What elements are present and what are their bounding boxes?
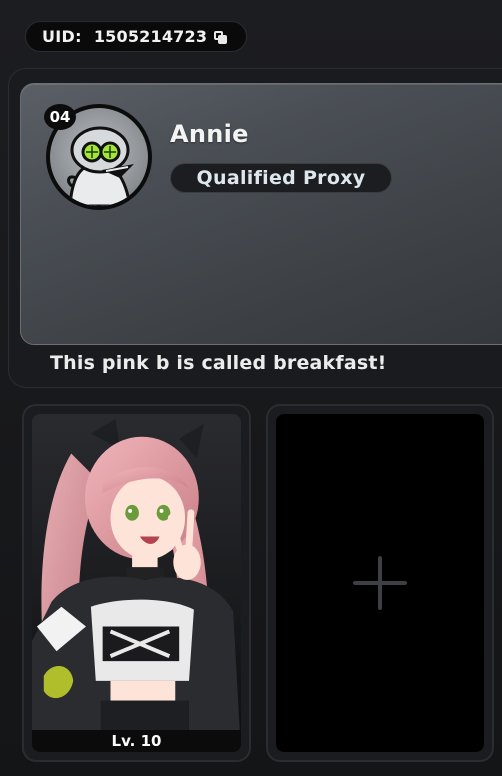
profile-level-badge: 04 xyxy=(44,104,76,130)
agent-card: Lv. 10 xyxy=(32,414,241,752)
profile-bio: This pink b is called breakfast! xyxy=(50,352,387,374)
profile-title-badge: Qualified Proxy xyxy=(170,163,392,193)
agent-slot-1[interactable]: Lv. 10 xyxy=(22,404,251,762)
agent-portrait xyxy=(32,414,241,752)
empty-slot xyxy=(276,414,484,752)
uid-pill: UID: 1505214723 xyxy=(25,21,247,52)
uid-label: UID: xyxy=(42,27,82,46)
add-icon[interactable] xyxy=(353,556,407,610)
copy-icon[interactable] xyxy=(213,29,229,45)
profile-name: Annie xyxy=(170,120,249,148)
agent-level-label: Lv. 10 xyxy=(32,730,241,752)
profile-screen: UID: 1505214723 04 Annie Qualified Proxy… xyxy=(0,0,502,776)
uid-value: 1505214723 xyxy=(93,27,208,46)
agent-slot-2[interactable] xyxy=(266,404,494,762)
